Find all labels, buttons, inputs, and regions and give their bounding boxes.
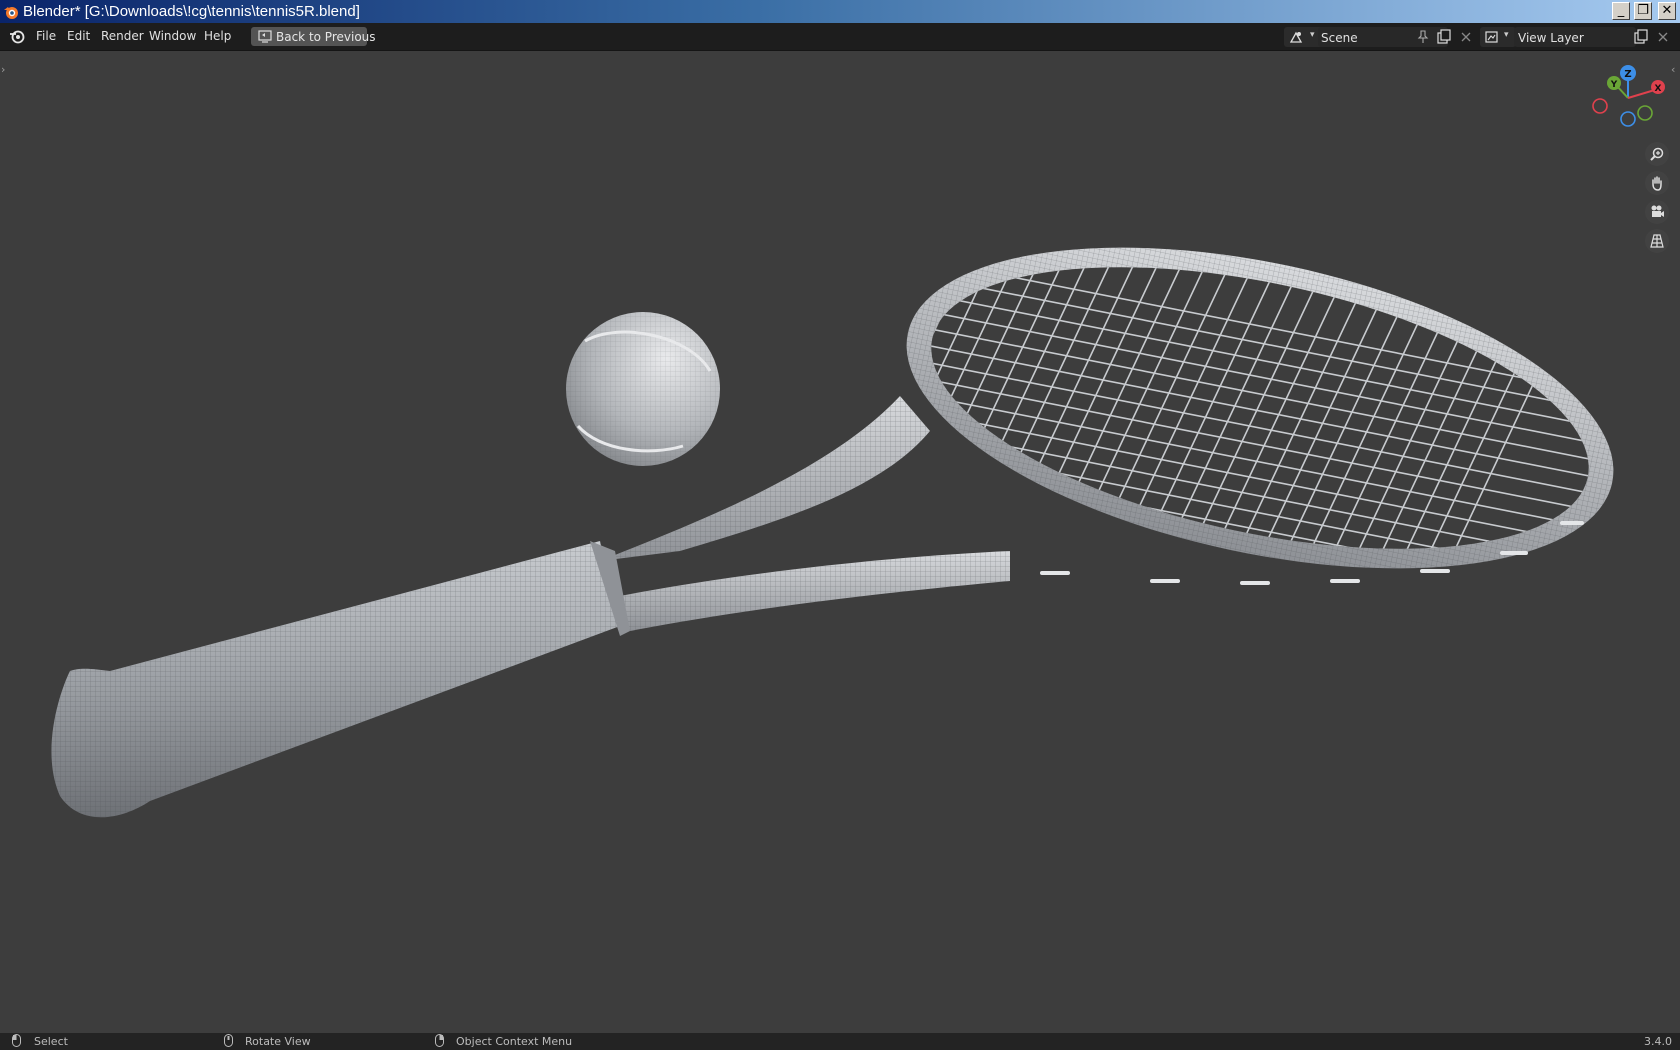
menu-edit[interactable]: Edit [67, 29, 90, 43]
grid-ortho-icon [1650, 234, 1664, 248]
gizmo-y-label: Y [1610, 80, 1618, 90]
window-title: Blender* [G:\Downloads\!cg\tennis\tennis… [23, 3, 360, 20]
back-to-previous-button[interactable]: Back to Previous [251, 27, 376, 46]
status-bar: Select Rotate View Object Context Menu 3… [0, 1033, 1680, 1050]
blender-logo-icon[interactable] [9, 28, 25, 44]
close-button[interactable]: ✕ [1658, 2, 1676, 20]
view-layer-type-dropdown[interactable]: ▾ [1480, 27, 1516, 47]
view-layer-name: View Layer [1518, 31, 1584, 45]
gizmo-z-label: Z [1624, 69, 1631, 80]
status-context-menu: Object Context Menu [456, 1035, 573, 1048]
string-cross [906, 590, 1614, 600]
zoom-icon [1650, 147, 1664, 161]
version-label: 3.4.0 [1644, 1035, 1672, 1048]
back-screen-icon [258, 30, 272, 43]
menu-render[interactable]: Render [101, 29, 144, 43]
menu-window[interactable]: Window [149, 29, 196, 43]
mouse-icon [12, 1034, 21, 1047]
string-cross [906, 573, 1614, 600]
toolbar-expand-icon: › [1, 63, 5, 76]
restore-button[interactable]: ❐ [1634, 2, 1652, 20]
pan-button[interactable] [1645, 171, 1669, 195]
scene-name: Scene [1321, 31, 1358, 45]
string-cross [880, 608, 1640, 758]
mouse-icon [224, 1034, 233, 1047]
sidebar-expand-icon: ‹ [1671, 63, 1675, 76]
back-to-previous-label: Back to Previous [276, 30, 376, 44]
mouse-icon [435, 1034, 444, 1047]
camera-view-button[interactable] [1645, 200, 1669, 224]
duplicate-icon[interactable] [1633, 29, 1649, 45]
ortho-toggle-button[interactable] [1645, 229, 1669, 253]
scene-render: › ‹ [1, 63, 1675, 818]
window-title-bar[interactable]: Blender* [G:\Downloads\!cg\tennis\tennis… [0, 0, 1680, 23]
view-layer-icon [1485, 31, 1498, 43]
menu-help[interactable]: Help [204, 29, 231, 43]
scene-icon [1289, 31, 1303, 43]
remove-icon[interactable] [1655, 29, 1671, 45]
blender-logo-icon [4, 7, 18, 19]
navigation-gizmo[interactable]: Z Y X [1588, 63, 1668, 133]
gizmo-x-label: X [1655, 84, 1662, 94]
scene-name-field[interactable]: Scene [1318, 27, 1448, 47]
status-rotate-view: Rotate View [245, 1035, 311, 1048]
zoom-button[interactable] [1645, 142, 1669, 166]
chevron-down-icon: ▾ [1504, 30, 1509, 40]
duplicate-icon[interactable] [1436, 29, 1452, 45]
chevron-down-icon: ▾ [1310, 30, 1315, 40]
menu-file[interactable]: File [36, 29, 56, 43]
pin-icon[interactable] [1415, 29, 1431, 45]
minimize-button[interactable]: _ [1612, 2, 1630, 20]
view-layer-name-field[interactable]: View Layer [1514, 27, 1636, 47]
3d-viewport[interactable]: › ‹ Z Y X [0, 51, 1680, 1033]
hand-pan-icon [1652, 176, 1662, 191]
status-select: Select [34, 1035, 68, 1048]
top-menu-bar: File Edit Render Window Help Back to Pre… [0, 23, 1680, 51]
camera-icon [1651, 205, 1664, 217]
remove-icon[interactable] [1458, 29, 1474, 45]
